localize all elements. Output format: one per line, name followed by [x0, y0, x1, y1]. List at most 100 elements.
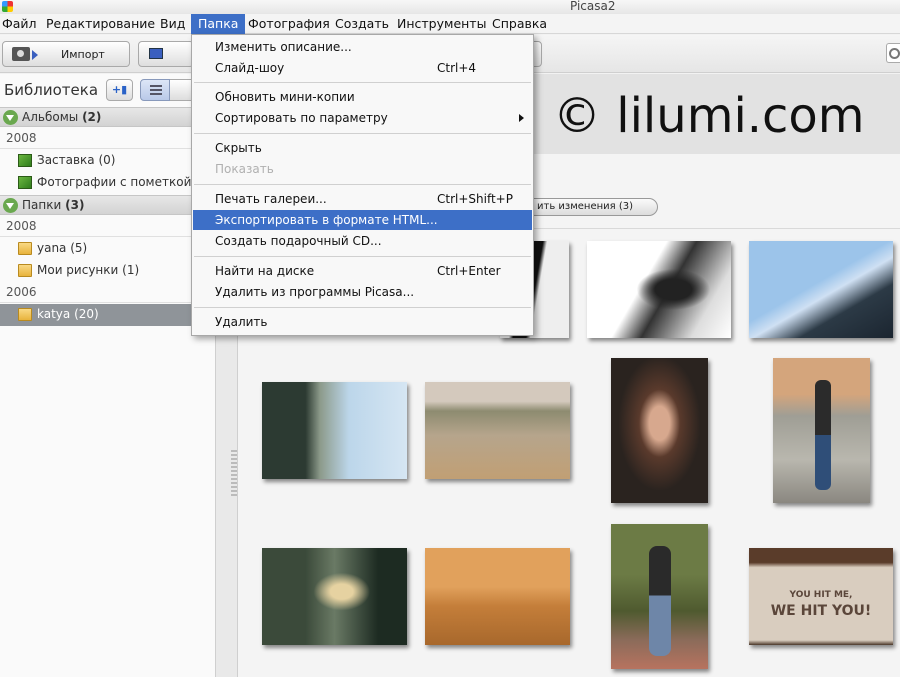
photo-thumbnail[interactable]	[262, 548, 407, 645]
import-button[interactable]: Импорт	[2, 41, 130, 67]
library-sidebar: Библиотека +▮ Альбомы (2) 2008 Заставка …	[0, 74, 216, 677]
photo-thumbnail[interactable]: YOU HIT ME, WE HIT YOU!	[749, 548, 893, 645]
sidebar-item-label: Заставка (0)	[37, 153, 116, 167]
folder-dropdown-menu: Изменить описание... Слайд-шоу Ctrl+4 Об…	[191, 34, 534, 336]
menu-item-label: Печать галереи...	[215, 192, 327, 206]
sidebar-item-yana[interactable]: yana (5)	[0, 238, 216, 260]
add-album-button[interactable]: +▮	[106, 79, 133, 101]
folder-icon	[18, 242, 32, 255]
menu-edit[interactable]: Редактирование	[42, 14, 159, 34]
photo-thumbnail[interactable]	[749, 241, 893, 338]
menu-item-shortcut: Ctrl+Shift+P	[437, 192, 513, 206]
menu-view[interactable]: Вид	[156, 14, 189, 34]
photo-thumbnail[interactable]	[425, 548, 570, 645]
menu-item-delete[interactable]: Удалить	[193, 312, 532, 332]
year-label: 2008	[6, 131, 37, 145]
list-view-button[interactable]	[140, 79, 170, 101]
photo-thumbnail[interactable]	[611, 358, 708, 503]
menu-item-label: Экспортировать в формате HTML...	[215, 213, 438, 227]
collapse-arrow-icon[interactable]	[3, 198, 18, 213]
menu-item-refresh-thumbnails[interactable]: Обновить мини-копии	[193, 87, 532, 107]
library-title: Библиотека	[4, 81, 99, 99]
menu-item-print-gallery[interactable]: Печать галереи... Ctrl+Shift+P	[193, 189, 532, 209]
arrow-right-icon	[32, 50, 38, 60]
picasa-app-icon	[2, 1, 13, 12]
menu-item-create-gift-cd[interactable]: Создать подарочный CD...	[193, 231, 532, 251]
menu-separator	[194, 184, 531, 185]
menu-item-label: Найти на диске	[215, 264, 315, 278]
photo-shirt-text: WE HIT YOU!	[770, 603, 872, 619]
menu-item-label: Показать	[215, 162, 274, 176]
menu-help[interactable]: Справка	[488, 14, 551, 34]
photo-thumbnail[interactable]	[262, 382, 407, 479]
folder-icon	[18, 308, 32, 321]
sidebar-item-katya[interactable]: katya (20)	[0, 304, 216, 326]
sidebar-item-label: Фотографии с пометкой (0)	[37, 175, 213, 189]
menu-separator	[194, 256, 531, 257]
menu-item-locate-on-disk[interactable]: Найти на диске Ctrl+Enter	[193, 261, 532, 281]
menu-item-edit-description[interactable]: Изменить описание...	[193, 37, 532, 57]
folders-section-header[interactable]: Папки (3)	[0, 195, 216, 215]
collapse-arrow-icon[interactable]	[3, 110, 18, 125]
slideshow-toolbar-button[interactable]	[138, 41, 194, 67]
sidebar-item-label: yana (5)	[37, 241, 88, 255]
menu-item-hide[interactable]: Скрыть	[193, 138, 532, 158]
menu-item-label: Изменить описание...	[215, 40, 352, 54]
menu-item-label: Удалить	[215, 315, 268, 329]
photo-shirt-text: YOU HIT ME,	[789, 590, 853, 600]
menu-item-show: Показать	[193, 159, 532, 179]
albums-label: Альбомы	[22, 110, 79, 124]
menu-separator	[194, 133, 531, 134]
menu-item-label: Удалить из программы Picasa...	[215, 285, 415, 299]
title-bar: Picasa2	[0, 0, 900, 14]
library-header: Библиотека +▮	[0, 74, 216, 106]
year-label: 2008	[6, 219, 37, 233]
menu-folder[interactable]: Папка	[191, 14, 246, 34]
sidebar-item-label: katya (20)	[37, 307, 99, 321]
import-label: Импорт	[61, 48, 105, 61]
sidebar-item-screensaver[interactable]: Заставка (0)	[0, 150, 216, 172]
folder-icon	[18, 264, 32, 277]
menu-separator	[194, 307, 531, 308]
menu-file[interactable]: Файл	[0, 14, 41, 34]
menu-item-label: Обновить мини-копии	[215, 90, 355, 104]
menu-item-label: Скрыть	[215, 141, 262, 155]
menu-item-sort-by[interactable]: Сортировать по параметру	[193, 108, 532, 128]
save-changes-button[interactable]: ить изменения (3)	[520, 198, 658, 216]
photo-thumbnail[interactable]	[773, 358, 870, 503]
divider	[0, 236, 216, 237]
divider	[0, 302, 216, 303]
albums-count: (2)	[82, 110, 102, 124]
menu-create[interactable]: Создать	[331, 14, 393, 34]
splitter-handle[interactable]	[231, 450, 237, 498]
divider	[0, 148, 216, 149]
sidebar-item-my-pictures[interactable]: Мои рисунки (1)	[0, 260, 216, 282]
album-icon	[18, 176, 32, 189]
year-label: 2006	[6, 285, 37, 299]
picture-icon	[149, 48, 163, 59]
tree-view-button[interactable]	[170, 79, 192, 101]
menu-photo[interactable]: Фотография	[244, 14, 334, 34]
photo-thumbnail[interactable]	[611, 524, 708, 669]
menu-item-remove-from-picasa[interactable]: Удалить из программы Picasa...	[193, 282, 532, 302]
photo-thumbnail[interactable]	[587, 241, 731, 338]
menu-item-shortcut: Ctrl+4	[437, 61, 477, 75]
search-icon[interactable]	[886, 43, 900, 63]
menu-tools[interactable]: Инструменты	[393, 14, 490, 34]
watermark-text: © lilumi.com	[553, 88, 865, 144]
menu-item-export-html[interactable]: Экспортировать в формате HTML...	[193, 210, 532, 230]
window-title: Picasa2	[570, 0, 616, 13]
menu-item-label: Сортировать по параметру	[215, 111, 388, 125]
menu-item-shortcut: Ctrl+Enter	[437, 264, 501, 278]
sidebar-item-label: Мои рисунки (1)	[37, 263, 140, 277]
sidebar-item-starred-photos[interactable]: Фотографии с пометкой (0)	[0, 172, 216, 194]
submenu-arrow-icon	[519, 114, 524, 122]
albums-section-header[interactable]: Альбомы (2)	[0, 107, 216, 127]
menu-separator	[194, 82, 531, 83]
folders-label: Папки	[22, 198, 62, 212]
menu-bar: Файл Редактирование Вид Папка Фотография…	[0, 14, 900, 34]
menu-item-label: Слайд-шоу	[215, 61, 285, 75]
camera-icon	[12, 47, 30, 61]
menu-item-slideshow[interactable]: Слайд-шоу Ctrl+4	[193, 58, 532, 78]
photo-thumbnail[interactable]	[425, 382, 570, 479]
